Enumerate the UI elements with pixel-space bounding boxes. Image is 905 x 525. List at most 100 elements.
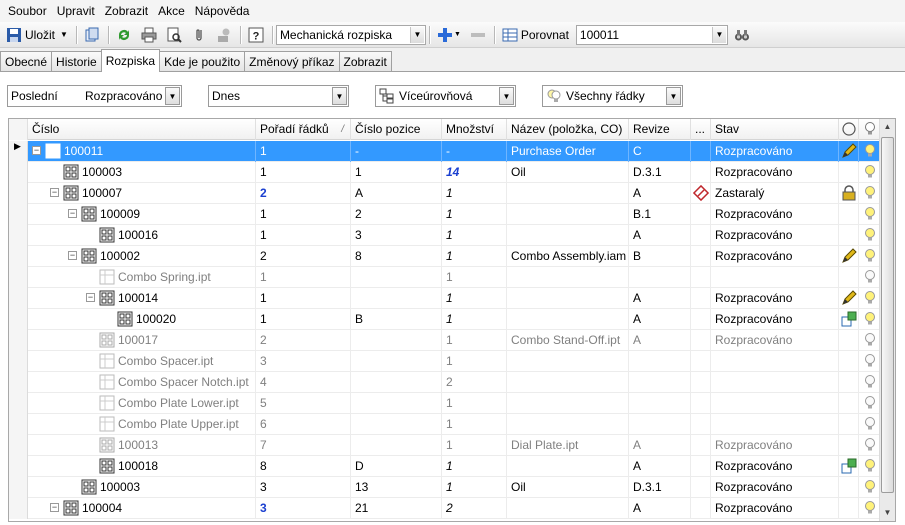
tab-zobrazit[interactable]: Zobrazit (338, 51, 392, 72)
cell-status-icon[interactable] (839, 267, 859, 288)
cell-pozice[interactable] (351, 267, 442, 288)
cell-dots[interactable] (691, 288, 711, 309)
cell-nazev[interactable]: Dial Plate.ipt (507, 435, 629, 456)
menu-akce[interactable]: Akce (153, 0, 190, 22)
date-select[interactable]: Dnes ▼ (208, 85, 349, 107)
cell-dots[interactable] (691, 435, 711, 456)
table-row[interactable]: −100009 1 2 1 B.1 Rozpracováno (9, 204, 881, 225)
cell-nazev[interactable] (507, 414, 629, 435)
collapse-icon[interactable]: − (68, 209, 77, 218)
table-row[interactable]: 100003 3 13 1 Oil D.3.1 Rozpracováno (9, 477, 881, 498)
cell-stav[interactable] (711, 351, 839, 372)
table-row[interactable]: Combo Spring.ipt 1 1 (9, 267, 881, 288)
row-indicator[interactable]: ▶ (9, 141, 28, 162)
chevron-down-icon[interactable]: ▼ (60, 30, 68, 39)
cell-revize[interactable] (629, 393, 691, 414)
collapse-icon[interactable]: − (50, 503, 59, 512)
cell-cislo[interactable]: 100018 (28, 456, 256, 477)
scroll-up-icon[interactable]: ▲ (880, 119, 895, 135)
scroll-thumb[interactable] (881, 137, 894, 493)
cell-mnozstvi[interactable]: 1 (442, 330, 507, 351)
table-row[interactable]: Combo Plate Lower.ipt 5 1 (9, 393, 881, 414)
table-row[interactable]: ▶ −100011 1- - Purchase Order C Rozpracováno (9, 141, 881, 162)
cell-nazev[interactable] (507, 372, 629, 393)
cell-mnozstvi[interactable]: 2 (442, 372, 507, 393)
cell-nazev[interactable] (507, 498, 629, 519)
cell-mnozstvi[interactable]: 1 (442, 393, 507, 414)
cell-mnozstvi[interactable]: 1 (442, 309, 507, 330)
cell-dots[interactable] (691, 351, 711, 372)
table-row[interactable]: 100013 7 1 Dial Plate.ipt A Rozpracováno (9, 435, 881, 456)
vertical-scrollbar[interactable]: ▲ ▼ (879, 119, 895, 521)
cell-pozice[interactable]: 3 (351, 225, 442, 246)
cell-nazev[interactable] (507, 456, 629, 477)
cell-cislo[interactable]: −100007 (28, 183, 256, 204)
table-row[interactable]: Combo Spacer Notch.ipt 4 2 (9, 372, 881, 393)
cell-mnozstvi[interactable]: 1 (442, 351, 507, 372)
cell-nazev[interactable] (507, 309, 629, 330)
cell-stav[interactable]: Zastaralý (711, 183, 839, 204)
cell-cislo[interactable]: −100009 (28, 204, 256, 225)
cell-mnozstvi[interactable]: 1 (442, 288, 507, 309)
cell-stav[interactable]: Rozpracováno (711, 477, 839, 498)
cell-pozice[interactable] (351, 372, 442, 393)
version-select[interactable]: Poslední Rozpracováno ▼ (7, 85, 182, 107)
cell-revize[interactable]: A (629, 225, 691, 246)
cell-mnozstvi[interactable]: 1 (442, 456, 507, 477)
cell-nazev[interactable] (507, 225, 629, 246)
cell-dots[interactable] (691, 393, 711, 414)
row-indicator[interactable] (9, 288, 28, 309)
cell-stav[interactable]: Rozpracováno (711, 456, 839, 477)
cell-pozice[interactable] (351, 330, 442, 351)
collapse-icon[interactable]: − (86, 293, 95, 302)
cell-cislo[interactable]: 100013 (28, 435, 256, 456)
cell-visibility[interactable] (859, 162, 881, 183)
cell-revize[interactable] (629, 414, 691, 435)
cell-pozice[interactable]: 13 (351, 477, 442, 498)
add-row-button[interactable]: ▼ (433, 24, 465, 46)
col-nazev[interactable]: Název (položka, CO) (507, 119, 629, 140)
cell-poradi[interactable]: 7 (256, 435, 351, 456)
cell-mnozstvi[interactable]: 1 (442, 267, 507, 288)
row-indicator[interactable] (9, 204, 28, 225)
attach-button[interactable] (187, 24, 211, 46)
cell-status-icon[interactable] (839, 246, 859, 267)
compare-select[interactable]: 100011 ▼ (575, 24, 728, 45)
cell-stav[interactable]: Rozpracováno (711, 330, 839, 351)
cell-status-icon[interactable] (839, 162, 859, 183)
cell-nazev[interactable]: Purchase Order (507, 141, 629, 162)
table-row[interactable]: Combo Spacer.ipt 3 1 (9, 351, 881, 372)
cell-dots[interactable] (691, 225, 711, 246)
rows-filter-select[interactable]: Všechny řádky ▼ (542, 85, 683, 107)
cell-status-icon[interactable] (839, 393, 859, 414)
cell-visibility[interactable] (859, 372, 881, 393)
cell-stav[interactable]: Rozpracováno (711, 141, 839, 162)
cell-cislo[interactable]: 100017 (28, 330, 256, 351)
row-indicator[interactable] (9, 456, 28, 477)
cell-stav[interactable]: Rozpracováno (711, 225, 839, 246)
cell-cislo[interactable]: 100020 (28, 309, 256, 330)
cell-mnozstvi[interactable]: 2 (442, 498, 507, 519)
cell-mnozstvi[interactable]: 1 (442, 183, 507, 204)
cell-revize[interactable] (629, 351, 691, 372)
cell-status-icon[interactable] (839, 372, 859, 393)
cell-nazev[interactable] (507, 204, 629, 225)
cell-poradi[interactable]: 1 (256, 225, 351, 246)
row-indicator[interactable] (9, 372, 28, 393)
row-indicator[interactable] (9, 435, 28, 456)
row-indicator[interactable] (9, 225, 28, 246)
tab-rozpiska[interactable]: Rozpiska (100, 49, 161, 72)
cell-status-icon[interactable] (839, 225, 859, 246)
row-indicator[interactable] (9, 351, 28, 372)
copy-button[interactable] (80, 24, 104, 46)
cell-status-icon[interactable] (839, 414, 859, 435)
cell-nazev[interactable]: Combo Stand-Off.ipt (507, 330, 629, 351)
cell-poradi[interactable]: 2 (256, 183, 351, 204)
cell-visibility[interactable] (859, 393, 881, 414)
cell-poradi[interactable]: 3 (256, 498, 351, 519)
cell-pozice[interactable]: 8 (351, 246, 442, 267)
table-row[interactable]: −100014 1 1 A Rozpracováno (9, 288, 881, 309)
col-poradi[interactable]: Pořadí řádků / (256, 119, 351, 140)
cell-visibility[interactable] (859, 288, 881, 309)
bom-view-select[interactable]: Mechanická rozpiska ▼ (275, 24, 426, 45)
